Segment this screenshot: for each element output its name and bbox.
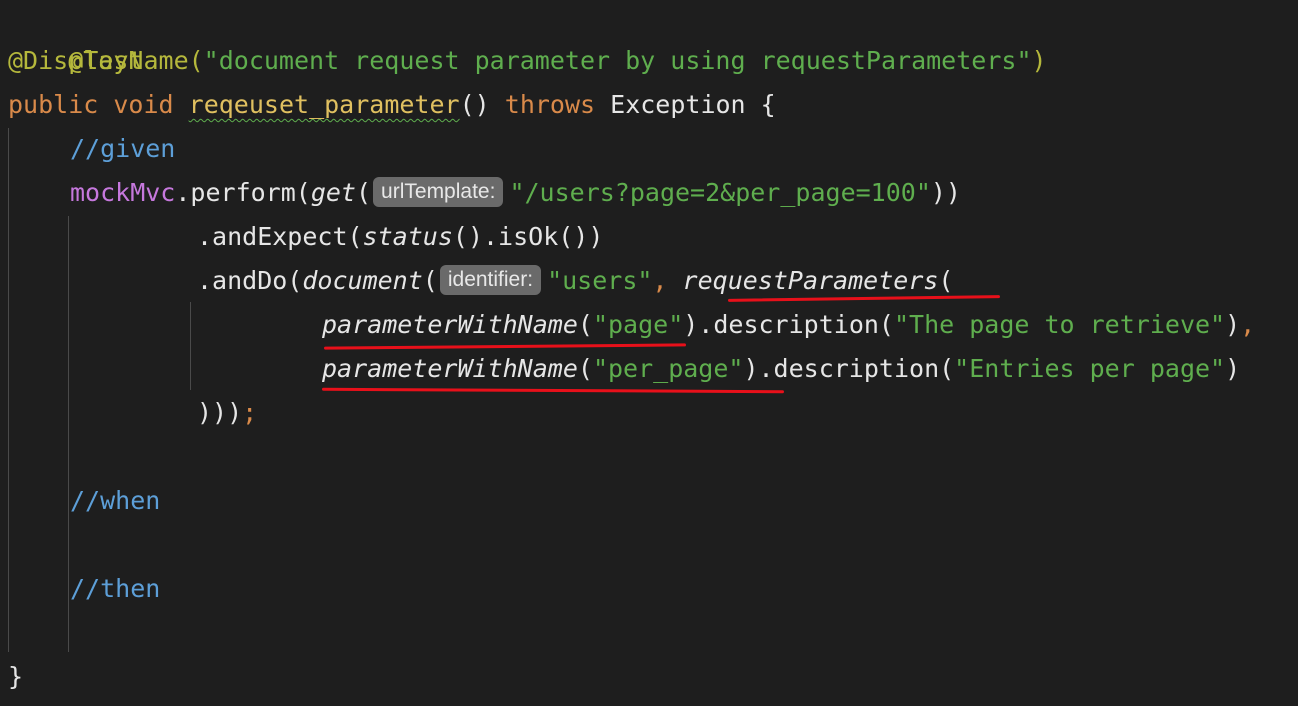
parameterwithname-call: parameterWithName [322,310,578,339]
comma: , [652,266,668,295]
code-line-8[interactable]: parameterWithName("page").description("T… [322,303,1255,347]
code-line-2[interactable]: @DisplayName("document request parameter… [8,39,1047,83]
semicolon: ; [242,398,258,427]
ando-call: .andDo( [197,266,303,295]
code-line-4[interactable]: //given [70,127,175,171]
code-line-10[interactable]: ))); [197,391,257,435]
comment-when: //when [70,486,161,515]
parameterwithname-call: parameterWithName [322,354,578,383]
comment-given: //given [70,134,176,163]
exception-type: Exception { [610,90,776,119]
parameter-hint-identifier: identifier: [439,265,542,295]
description-string: "Entries per page" [954,354,1226,383]
code-line-13[interactable]: } [8,655,23,699]
comment-then: //then [70,574,161,603]
paren: ) [1031,46,1047,75]
description-call: ).description( [683,310,894,339]
paren: ) [1225,354,1241,383]
comma: , [1240,310,1256,339]
paren: ( [422,266,438,295]
identifier-string: "users" [547,266,653,295]
code-line-9[interactable]: parameterWithName("per_page").descriptio… [322,347,1240,391]
mockmvc-field: mockMvc [70,178,176,207]
isok-call: ().isOk()) [452,222,604,251]
method-name[interactable]: reqeuset_parameter [189,90,460,119]
displayname-string: "document request parameter by using req… [203,46,1032,75]
perform-call: .perform( [175,178,311,207]
indent-guide [68,216,69,652]
closing-parens: ))) [197,398,243,427]
code-editor[interactable]: @Test @DisplayName("document request par… [0,0,1298,706]
document-call: document [302,266,423,295]
get-call: get [310,178,356,207]
paren: ( [938,266,954,295]
code-line-5[interactable]: mockMvc.perform(get(urlTemplate: "/users?… [70,171,961,215]
requestparameters-call: requestParameters [682,266,939,295]
paren: ) [1225,310,1241,339]
description-string: "The page to retrieve" [893,310,1226,339]
parameter-hint-urltemplate: urlTemplate: [373,177,504,207]
url-string: "/users?page=2&per_page=100" [509,178,931,207]
indent-guide [190,302,191,390]
code-line-11[interactable]: //when [70,479,160,523]
code-line-6[interactable]: .andExpect(status().isOk()) [197,215,603,259]
paren: ( [577,354,593,383]
displayname-annotation: @DisplayName( [8,46,204,75]
status-call: status [362,222,453,251]
keyword-void: void [113,90,174,119]
andexpect-call: .andExpect( [197,222,363,251]
keyword-public: public [8,90,99,119]
description-call: ).description( [743,354,955,383]
paren: ( [577,310,593,339]
paren: ( [355,178,372,207]
parens: () [459,90,490,119]
code-line-3[interactable]: public void reqeuset_parameter() throws … [8,83,776,127]
code-line-1[interactable]: @Test [8,0,143,75]
param-name-per-page: "per_page" [592,354,744,383]
keyword-throws: throws [504,90,596,119]
closing-brace: } [8,662,24,691]
param-name-page: "page" [592,310,684,339]
indent-guide [8,128,9,652]
paren: )) [930,178,961,207]
code-line-12[interactable]: //then [70,567,160,611]
